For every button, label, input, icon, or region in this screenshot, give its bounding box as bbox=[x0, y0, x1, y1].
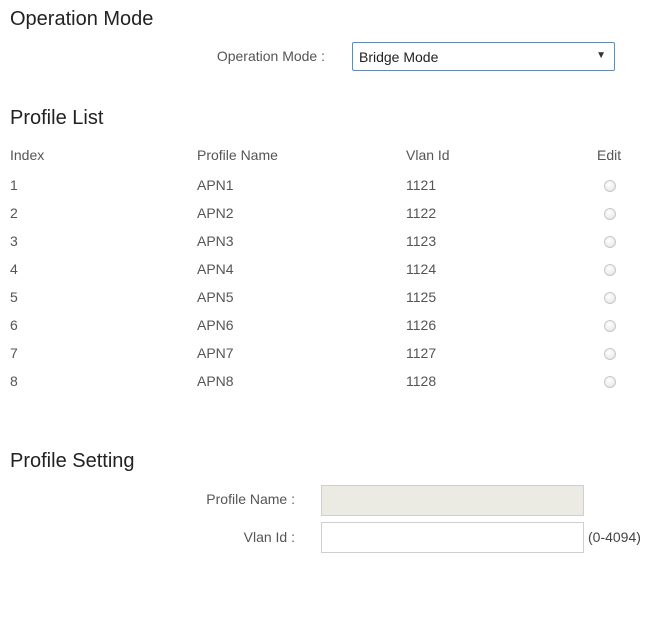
row-vlan-id: 1122 bbox=[406, 205, 437, 221]
row-index: 4 bbox=[10, 261, 18, 277]
operation-mode-value: Bridge Mode bbox=[359, 49, 439, 65]
table-row: 3 APN3 1123 bbox=[0, 228, 647, 256]
operation-mode-select[interactable]: Bridge Mode ▼ bbox=[352, 42, 615, 71]
row-profile-name: APN5 bbox=[197, 289, 234, 305]
table-row: 2 APN2 1122 bbox=[0, 200, 647, 228]
profile-list-title: Profile List bbox=[10, 107, 104, 129]
row-index: 8 bbox=[10, 373, 18, 389]
edit-radio[interactable] bbox=[604, 320, 616, 332]
profile-name-label: Profile Name : bbox=[206, 491, 295, 507]
row-profile-name: APN7 bbox=[197, 345, 234, 361]
column-header-vlan-id: Vlan Id bbox=[406, 147, 450, 163]
vlan-id-label: Vlan Id : bbox=[243, 529, 295, 545]
edit-radio[interactable] bbox=[604, 264, 616, 276]
edit-radio[interactable] bbox=[604, 376, 616, 388]
row-profile-name: APN2 bbox=[197, 205, 234, 221]
row-vlan-id: 1128 bbox=[406, 373, 437, 389]
edit-radio[interactable] bbox=[604, 348, 616, 360]
edit-radio[interactable] bbox=[604, 292, 616, 304]
row-profile-name: APN1 bbox=[197, 177, 234, 193]
table-row: 1 APN1 1121 bbox=[0, 172, 647, 200]
row-profile-name: APN4 bbox=[197, 261, 234, 277]
table-row: 7 APN7 1127 bbox=[0, 340, 647, 368]
row-index: 7 bbox=[10, 345, 18, 361]
profile-name-field[interactable] bbox=[321, 485, 584, 516]
edit-radio[interactable] bbox=[604, 236, 616, 248]
profile-setting-title: Profile Setting bbox=[10, 450, 135, 472]
table-row: 5 APN5 1125 bbox=[0, 284, 647, 312]
row-vlan-id: 1124 bbox=[406, 261, 437, 277]
row-vlan-id: 1125 bbox=[406, 289, 437, 305]
row-index: 3 bbox=[10, 233, 18, 249]
row-vlan-id: 1123 bbox=[406, 233, 437, 249]
vlan-id-field[interactable] bbox=[321, 522, 584, 553]
row-index: 5 bbox=[10, 289, 18, 305]
row-index: 6 bbox=[10, 317, 18, 333]
row-profile-name: APN3 bbox=[197, 233, 234, 249]
row-vlan-id: 1121 bbox=[406, 177, 437, 193]
row-index: 1 bbox=[10, 177, 18, 193]
vlan-id-range-hint: (0-4094) bbox=[588, 529, 641, 545]
row-profile-name: APN6 bbox=[197, 317, 234, 333]
table-row: 4 APN4 1124 bbox=[0, 256, 647, 284]
row-index: 2 bbox=[10, 205, 18, 221]
column-header-edit: Edit bbox=[597, 147, 622, 163]
table-row: 8 APN8 1128 bbox=[0, 368, 647, 396]
row-profile-name: APN8 bbox=[197, 373, 234, 389]
table-row: 6 APN6 1126 bbox=[0, 312, 647, 340]
chevron-down-icon: ▼ bbox=[596, 50, 606, 61]
row-vlan-id: 1126 bbox=[406, 317, 437, 333]
column-header-profile-name: Profile Name bbox=[197, 147, 278, 163]
operation-mode-title: Operation Mode bbox=[10, 8, 154, 30]
edit-radio[interactable] bbox=[604, 180, 616, 192]
edit-radio[interactable] bbox=[604, 208, 616, 220]
row-vlan-id: 1127 bbox=[406, 345, 437, 361]
column-header-index: Index bbox=[10, 147, 45, 163]
operation-mode-label: Operation Mode : bbox=[216, 48, 325, 64]
